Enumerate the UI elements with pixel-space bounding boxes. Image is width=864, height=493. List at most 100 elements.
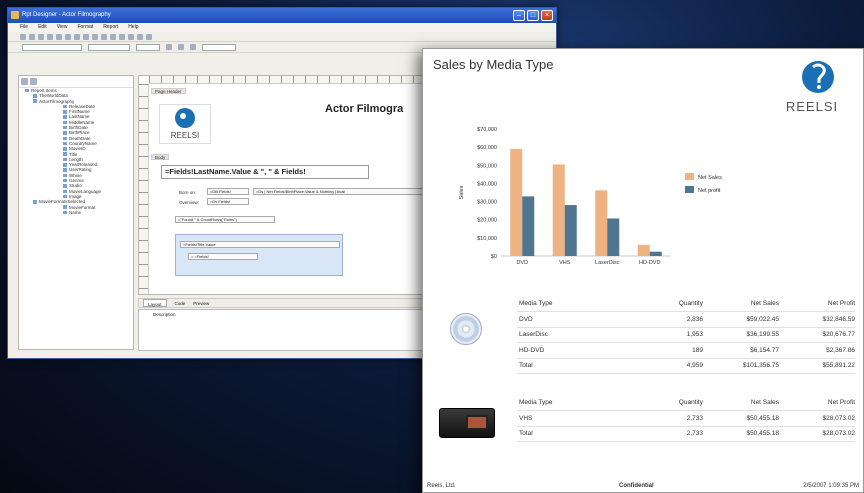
found-count-field[interactable]: ="Found " & CountRows("Roles") [175,216,275,223]
align-center-icon[interactable] [110,33,116,40]
tree-view-icon[interactable] [21,78,28,85]
report-preview-window: Sales by Media Type REELSI $0 $10,000 $20,… [422,48,864,493]
error-list-header: Description [153,312,176,317]
tree-item[interactable]: Name [19,210,133,215]
body-band[interactable]: Body [151,154,170,160]
menu-report[interactable]: Report [103,23,118,32]
field-icon [63,131,67,135]
save-icon[interactable] [38,33,44,40]
designer-titlebar[interactable]: Rpt Designer - Actor Filmography – □ × [8,8,556,23]
cell-net-profit: $28,073.02 [779,410,855,427]
svg-text:REELSI: REELSI [171,131,199,140]
cell-net-sales: $6,154.77 [703,342,779,359]
field-icon [63,205,67,209]
field-icon [63,136,67,141]
design-canvas[interactable]: Page Header REELSI Actor Filmogra Body =… [138,75,432,295]
font-combo[interactable] [88,43,130,51]
cell-net-profit: $32,846.59 [779,311,855,328]
menu-format[interactable]: Format [77,23,93,32]
tree-sort-icon[interactable] [30,78,37,85]
field-icon [63,147,67,151]
undo-icon[interactable] [83,33,89,40]
title-field[interactable]: =Fields!Title.Value [180,241,340,248]
tab-code[interactable]: Code [175,299,186,307]
cut-icon[interactable] [56,33,62,40]
sub-field[interactable]: = =Fields! [188,253,258,260]
tab-preview[interactable]: Preview [193,299,209,307]
cell-net-profit: $2,367.86 [779,342,855,359]
born-in-field[interactable]: =Ds | Net Fields!BirthPlace.Value & Noth… [253,188,429,195]
cell-media-type: VHS [517,410,627,427]
folder-icon [33,200,37,204]
run-icon[interactable] [146,33,152,40]
size-combo[interactable] [136,43,160,51]
italic-icon[interactable] [178,44,184,50]
col-net-sales: Net Sales [703,296,779,312]
footer-confidential: Confidential [619,483,654,489]
style-combo[interactable] [22,43,82,51]
tab-layout[interactable]: Layout [143,299,167,307]
x-tick-label: LaserDisc [595,260,620,266]
grid-icon[interactable] [137,33,143,40]
page-title-field[interactable]: Actor Filmogra [325,103,403,115]
roles-subreport[interactable]: =Fields!Title.Value = =Fields! [175,234,343,276]
open-icon[interactable] [29,33,35,40]
reels-logo-icon: REELSI [786,61,838,114]
bar-hd-dvd-net-sales [637,244,650,256]
print-icon[interactable] [47,33,53,40]
align-left-icon[interactable] [101,33,107,40]
paste-icon[interactable] [74,33,80,40]
color-combo[interactable] [202,43,236,51]
menu-help[interactable]: Help [128,23,138,32]
menu-view[interactable]: View [57,23,68,32]
cell-net-profit: $55,891.22 [779,358,855,374]
dvd-icon [450,313,482,345]
legend-swatch [685,173,694,180]
tree-list: Report Items TheWorldData ActorFilmography… [19,88,133,215]
page-header-band[interactable]: Page Header [151,88,186,94]
new-icon[interactable] [20,33,26,40]
report-title: Sales by Media Type [433,57,554,72]
bold-icon[interactable] [166,44,172,50]
col-net-sales: Net Sales [703,395,779,411]
born-on-label: Born on: [179,190,197,195]
field-icon [63,141,67,146]
field-icon [63,163,67,167]
y-tick-label: $60,000 [477,145,497,151]
redo-icon[interactable] [92,33,98,40]
name-expression-field[interactable]: =Fields!LastName.Value & ", " & Fields! [161,165,369,179]
tape-sales-table: Media Type Quantity Net Sales Net Profit… [517,395,855,442]
close-button[interactable]: × [541,10,553,21]
reels-logo-icon: REELSI [171,108,199,140]
bar-laserdisc-net-profit [607,218,620,256]
logo-text: REELSI [786,99,838,114]
field-icon [63,173,67,178]
bar-dvd-net-profit [522,196,535,256]
field-icon [63,210,67,215]
field-icon [63,125,67,130]
born-on-field[interactable]: =DB Fields! [207,188,249,195]
error-list-panel: Description [138,309,432,351]
field-icon [63,168,67,172]
table-header-row: Media Type Quantity Net Sales Net Profit [517,395,855,411]
maximize-button[interactable]: □ [527,10,539,21]
minimize-button[interactable]: – [513,10,525,21]
designer-logo[interactable]: REELSI [159,104,211,144]
x-tick-label: VHS [559,260,571,266]
underline-icon[interactable] [190,44,196,50]
menu-edit[interactable]: Edit [38,23,47,32]
bar-laserdisc-net-sales [595,190,608,256]
legend-label: Net Sales [698,175,722,181]
align-right-icon[interactable] [119,33,125,40]
overview-field[interactable]: =Ds Fields! [207,198,249,205]
disc-sales-table: Media Type Quantity Net Sales Net Profit… [517,296,855,374]
copy-icon[interactable] [65,33,71,40]
table-row: LaserDisc 1,953 $36,199.55 $20,676.77 [517,327,855,343]
field-icon [63,110,67,114]
menu-file[interactable]: File [20,23,28,32]
designer-window-title: Rpt Designer - Actor Filmography [22,12,111,18]
menubar: File Edit View Format Report Help [8,23,556,32]
bar-dvd-net-sales [510,148,523,256]
folder-icon [33,99,37,103]
zoom-icon[interactable] [128,33,134,40]
